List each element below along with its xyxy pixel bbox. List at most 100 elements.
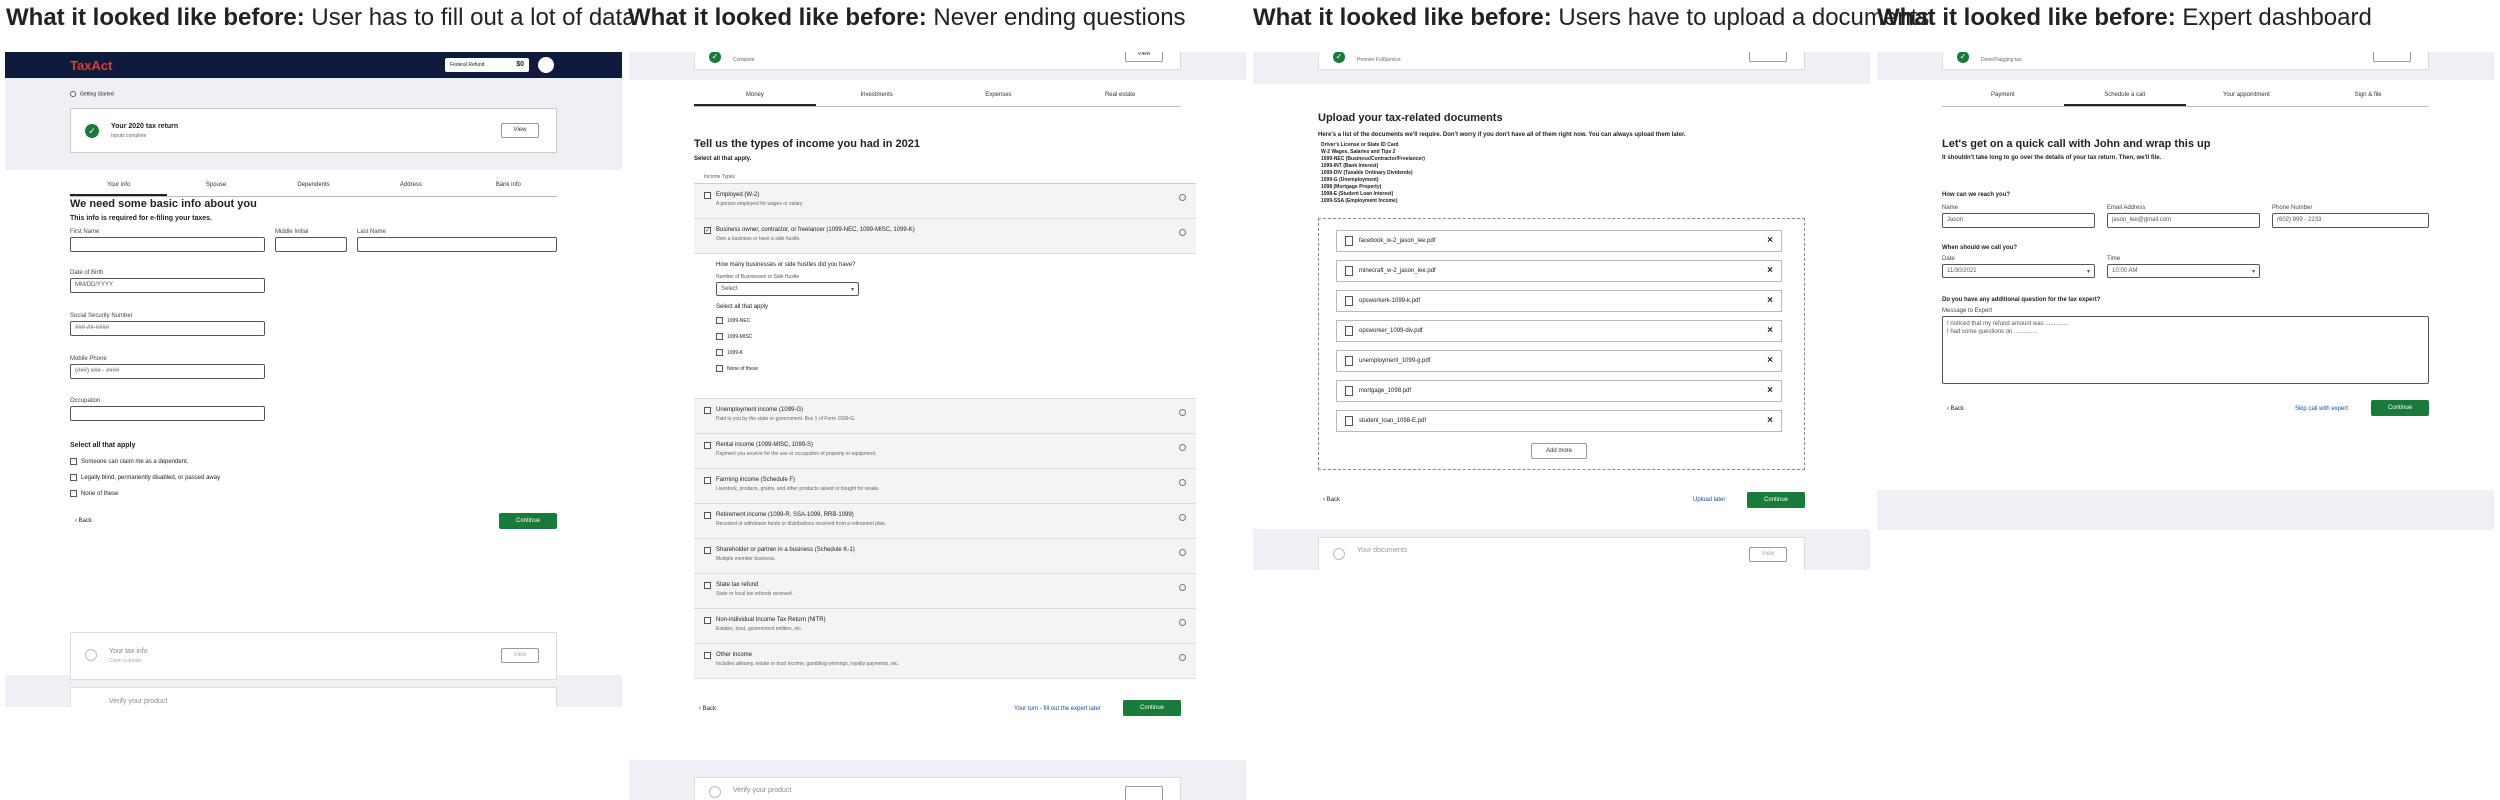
tab-dependents[interactable]: Dependents	[265, 182, 362, 196]
taxact-logo[interactable]: TaxAct	[70, 58, 112, 73]
close-icon[interactable]: ×	[1767, 235, 1773, 246]
back-link[interactable]: ‹ Back	[1947, 406, 1964, 412]
business-count-select[interactable]: Select ▾	[716, 282, 859, 296]
checkbox-checked[interactable]: ✓	[704, 227, 711, 234]
list-item[interactable]: Non-individual Income Tax Return (NITR) E…	[694, 609, 1196, 644]
continue-button[interactable]: Continue	[499, 513, 557, 529]
checkbox[interactable]	[704, 192, 711, 199]
menu-icon[interactable]	[538, 57, 554, 73]
mobile-input[interactable]: (###) ### - ####	[70, 364, 265, 379]
list-item[interactable]: Retirement income (1099-R, SSA-1099, RRB…	[694, 504, 1196, 539]
upload-later-link[interactable]: Upload later	[1693, 497, 1725, 503]
option-none[interactable]: None of these	[716, 365, 758, 372]
tab-expenses[interactable]: Expenses	[938, 92, 1060, 106]
ssn-input[interactable]: ###-##-####	[70, 321, 265, 336]
option-blind[interactable]: Legally blind, permanently disabled, or …	[70, 474, 220, 481]
tab-payment[interactable]: Payment	[1942, 92, 2064, 106]
info-icon[interactable]	[1179, 514, 1186, 521]
checkbox[interactable]	[70, 474, 77, 481]
info-icon[interactable]	[1179, 409, 1186, 416]
list-item[interactable]: Unemployment income (1099-G) Paid to you …	[694, 399, 1196, 434]
checkbox[interactable]	[704, 547, 711, 554]
tab-real-estate[interactable]: Real estate	[1059, 92, 1181, 106]
back-link[interactable]: ‹ Back	[75, 518, 92, 524]
info-icon[interactable]	[1179, 654, 1186, 661]
tab-sign-file[interactable]: Sign & file	[2307, 92, 2429, 106]
checkbox[interactable]	[70, 458, 77, 465]
skip-call-link[interactable]: Skip call with expert	[2295, 406, 2348, 412]
email-input[interactable]: jason_lee@gmail.com	[2107, 213, 2260, 228]
info-icon[interactable]	[1179, 444, 1186, 451]
tab-money[interactable]: Money	[694, 92, 816, 106]
list-item[interactable]: Rental income (1099-MISC, 1099-S) Payment…	[694, 434, 1196, 469]
checkbox[interactable]	[704, 407, 711, 414]
checkbox[interactable]	[704, 512, 711, 519]
option-1099-k[interactable]: 1099-K	[716, 349, 743, 356]
name-input[interactable]: Jason	[1942, 213, 2095, 228]
list-item[interactable]: Other income Includes alimony, estate or …	[694, 644, 1196, 679]
first-name-input[interactable]	[70, 237, 265, 252]
back-link[interactable]: ‹ Back	[699, 706, 716, 712]
tab-spouse[interactable]: Spouse	[167, 182, 264, 196]
checkbox[interactable]	[716, 317, 723, 324]
tab-schedule-call[interactable]: Schedule a call	[2063, 92, 2186, 106]
message-textarea[interactable]: I noticed that my refund amount was ....…	[1942, 316, 2429, 384]
info-icon[interactable]	[1179, 584, 1186, 591]
checkbox[interactable]	[704, 477, 711, 484]
last-name-input[interactable]	[357, 237, 557, 252]
back-link[interactable]: ‹ Back	[1323, 497, 1340, 503]
checkbox[interactable]	[716, 333, 723, 340]
checkbox[interactable]	[704, 617, 711, 624]
tab-appointment[interactable]: Your appointment	[2186, 92, 2308, 106]
checkbox[interactable]	[704, 652, 711, 659]
checkbox[interactable]	[716, 349, 723, 356]
option-1099-misc[interactable]: 1099-MISC	[716, 333, 752, 340]
phone-input[interactable]: (602) 999 - 2233	[2272, 213, 2429, 228]
close-icon[interactable]: ×	[1767, 325, 1773, 336]
checkbox[interactable]	[704, 582, 711, 589]
documents-view-button[interactable]: View	[1749, 547, 1787, 562]
info-icon[interactable]	[1179, 194, 1186, 201]
tax-info-view-button[interactable]: View	[501, 648, 539, 663]
info-icon[interactable]	[1179, 549, 1186, 556]
close-icon[interactable]: ×	[1767, 295, 1773, 306]
view-button[interactable]	[1749, 52, 1787, 62]
checkbox[interactable]	[704, 442, 711, 449]
add-more-button[interactable]: Add more	[1531, 443, 1587, 459]
info-icon[interactable]	[1179, 229, 1186, 236]
date-select[interactable]: 11/30/2021 ▾	[1942, 264, 2095, 278]
list-item[interactable]: Shareholder or partner in a business (Sc…	[694, 539, 1196, 574]
expert-later-link[interactable]: Your turn - fill out the expert later	[1014, 706, 1101, 712]
option-none[interactable]: None of these	[70, 490, 118, 497]
info-icon[interactable]	[1179, 619, 1186, 626]
list-item[interactable]: Employed (W-2) A person employed for wage…	[694, 184, 1196, 219]
option-1099-nec[interactable]: 1099-NEC	[716, 317, 750, 324]
tab-investments[interactable]: Investments	[816, 92, 938, 106]
view-button[interactable]: View	[501, 123, 539, 138]
time-select[interactable]: 10:00 AM ▾	[2107, 264, 2260, 278]
info-icon[interactable]	[1179, 479, 1186, 486]
verify-button[interactable]	[1125, 786, 1163, 800]
checkbox[interactable]	[716, 365, 723, 372]
list-item[interactable]: ✓ Business owner, contractor, or freelanc…	[694, 219, 1196, 254]
view-button[interactable]	[2373, 52, 2411, 62]
occupation-input[interactable]	[70, 406, 265, 421]
dropzone[interactable]	[1318, 218, 1805, 470]
list-item[interactable]: Farming income (Schedule F) Livestock, pr…	[694, 469, 1196, 504]
view-button[interactable]: View	[1125, 52, 1163, 62]
dob-input[interactable]: MM/DD/YYYY	[70, 278, 265, 293]
continue-button[interactable]: Continue	[1123, 700, 1181, 716]
continue-button[interactable]: Continue	[2371, 400, 2429, 416]
tab-bank-info[interactable]: Bank info	[460, 182, 557, 196]
close-icon[interactable]: ×	[1767, 265, 1773, 276]
tab-your-info[interactable]: Your info	[70, 182, 168, 196]
close-icon[interactable]: ×	[1767, 385, 1773, 396]
continue-button[interactable]: Continue	[1747, 492, 1805, 508]
list-item[interactable]: State tax refund State or local tax refun…	[694, 574, 1196, 609]
option-dependent[interactable]: Someone can claim me as a dependent.	[70, 458, 188, 465]
middle-initial-input[interactable]	[275, 237, 347, 252]
close-icon[interactable]: ×	[1767, 355, 1773, 366]
tab-address[interactable]: Address	[362, 182, 459, 196]
checkbox[interactable]	[70, 490, 77, 497]
close-icon[interactable]: ×	[1767, 415, 1773, 426]
